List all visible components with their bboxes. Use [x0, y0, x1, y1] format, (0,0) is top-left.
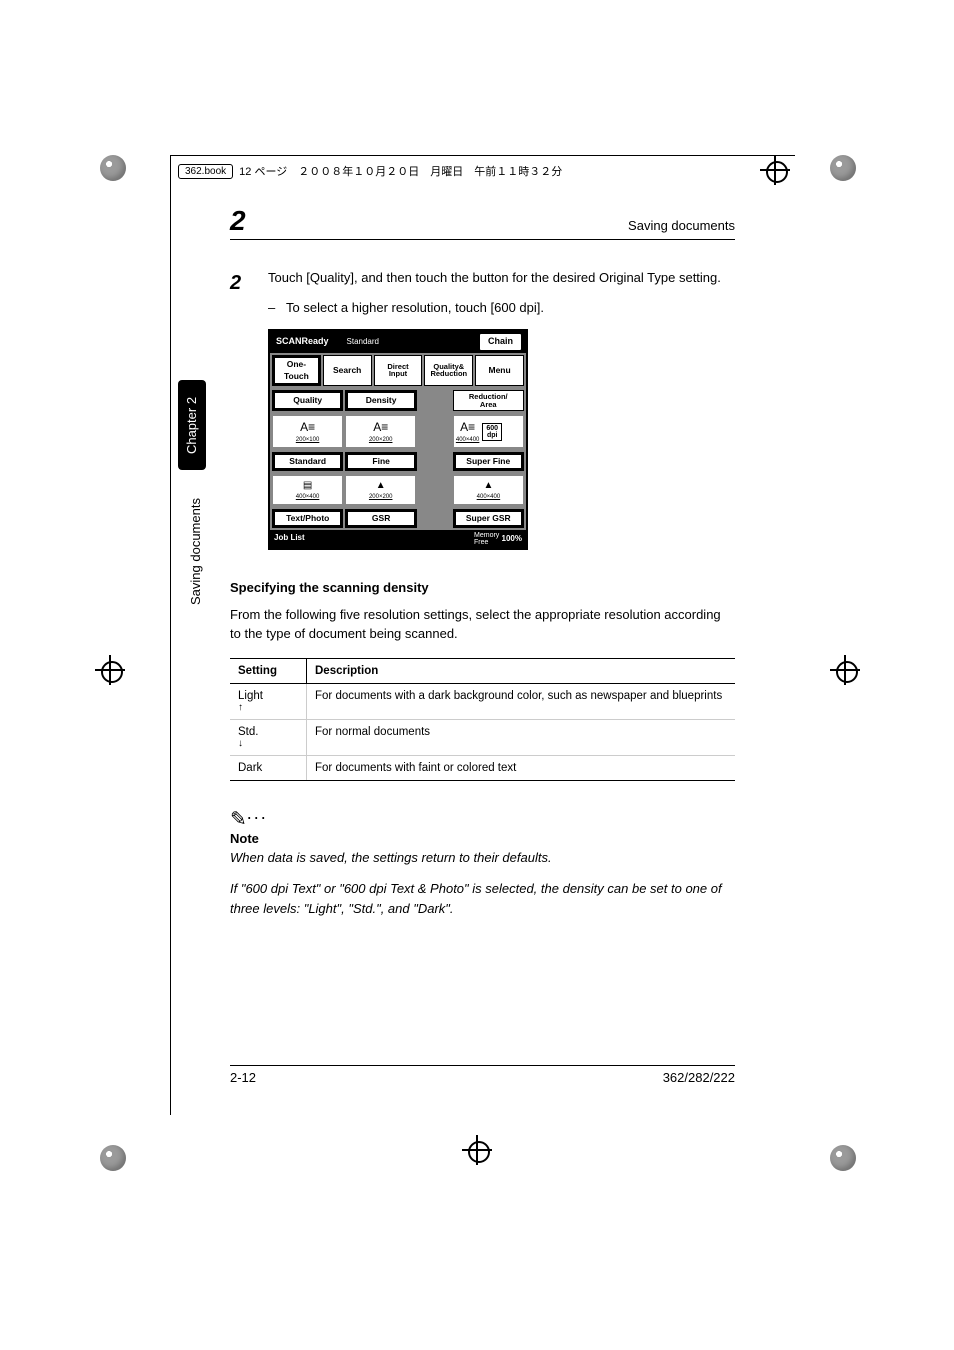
lcd-tab-onetouch[interactable]: One-Touch	[272, 355, 321, 387]
lcd-gsr-button[interactable]: GSR	[345, 509, 416, 528]
footer-left: 2-12	[230, 1070, 256, 1085]
lcd-tab-search[interactable]: Search	[323, 355, 372, 387]
settings-table: Setting Description Light For documents …	[230, 658, 735, 781]
section-para: From the following five resolution setti…	[230, 605, 735, 644]
lcd-600dpi-button[interactable]: 600 dpi	[482, 423, 502, 441]
step-2: 2 Touch [Quality], and then touch the bu…	[230, 268, 735, 550]
running-head: 2 Saving documents	[230, 205, 735, 240]
lcd-title: SCANReady	[276, 335, 329, 349]
reg-mark-left	[95, 655, 125, 685]
lcd-mem-value: 100%	[502, 534, 522, 543]
lcd-textphoto-icon[interactable]: ▤ 400×400	[272, 475, 343, 505]
lcd-joblist[interactable]: Job List	[274, 532, 305, 546]
step-number: 2	[230, 268, 250, 550]
lcd-supergsr-icon[interactable]: ▲ 400×400	[453, 475, 524, 505]
step-sub: To select a higher resolution, touch [60…	[268, 298, 735, 318]
reg-mark-bottom	[462, 1135, 492, 1165]
footer-right: 362/282/222	[663, 1070, 735, 1085]
cell-dark: Dark	[230, 755, 307, 780]
cell-light-desc: For documents with a dark background col…	[307, 683, 736, 719]
file-pill: 362.book	[178, 164, 233, 179]
corner-dot-tl	[100, 155, 126, 181]
lcd-superfine-button[interactable]: Super Fine	[453, 452, 524, 471]
lcd-fine-button[interactable]: Fine	[345, 452, 416, 471]
lcd-density-button[interactable]: Density	[345, 390, 416, 411]
step-text: Touch [Quality], and then touch the butt…	[268, 268, 735, 288]
print-header-text: 12 ページ ２００８年１０月２０日 月曜日 午前１１時３２分	[239, 163, 562, 179]
arrow-up-icon	[238, 702, 298, 713]
section-heading: Specifying the scanning density	[230, 580, 735, 595]
th-setting: Setting	[230, 658, 307, 683]
chapter-number: 2	[230, 205, 246, 237]
lcd-tab-quality[interactable]: Quality& Reduction	[424, 355, 473, 387]
lcd-res-200x200[interactable]: A≡ 200×200	[345, 415, 416, 448]
cell-light: Light	[238, 690, 263, 702]
note-title: Note	[230, 831, 735, 846]
table-row: Dark For documents with faint or colored…	[230, 755, 735, 780]
cell-dark-desc: For documents with faint or colored text	[307, 755, 736, 780]
side-label: Saving documents	[188, 498, 203, 605]
note-block: ✎... Note When data is saved, the settin…	[230, 803, 735, 919]
lcd-res-200x100[interactable]: A≡ 200×100	[272, 415, 343, 448]
arrow-down-icon	[238, 738, 298, 749]
lcd-textphoto-button[interactable]: Text/Photo	[272, 509, 343, 528]
side-tab-label: Chapter 2	[185, 396, 200, 453]
table-row: Std. For normal documents	[230, 719, 735, 755]
page-frame: 362.book 12 ページ ２００８年１０月２０日 月曜日 午前１１時３２分…	[170, 155, 795, 1115]
side-tab: Chapter 2	[178, 380, 206, 470]
corner-dot-tr	[830, 155, 856, 181]
note-body-2: If "600 dpi Text" or "600 dpi Text & Pho…	[230, 879, 735, 918]
table-row: Light For documents with a dark backgrou…	[230, 683, 735, 719]
pencil-icon: ✎	[230, 808, 247, 830]
lcd-tab-direct[interactable]: Direct Input	[374, 355, 423, 387]
lcd-chain-button[interactable]: Chain	[479, 333, 522, 351]
print-header: 362.book 12 ページ ２００８年１０月２０日 月曜日 午前１１時３２分	[178, 163, 795, 179]
cell-std: Std.	[238, 726, 258, 738]
lcd-subtitle: Standard	[347, 336, 379, 348]
lcd-panel: SCANReady Standard Chain One-Touch Searc…	[268, 329, 528, 550]
lcd-gsr-icon[interactable]: ▲ 200×200	[345, 475, 416, 505]
corner-dot-bl	[100, 1145, 126, 1171]
corner-dot-br	[830, 1145, 856, 1171]
lcd-tab-menu[interactable]: Menu	[475, 355, 524, 387]
note-body-1: When data is saved, the settings return …	[230, 848, 735, 868]
note-dots-icon: ...	[247, 803, 268, 823]
lcd-supergsr-button[interactable]: Super GSR	[453, 509, 524, 528]
cell-std-desc: For normal documents	[307, 719, 736, 755]
lcd-mem-label: Memory Free	[474, 532, 499, 546]
page-footer: 2-12 362/282/222	[230, 1065, 735, 1085]
running-title: Saving documents	[628, 218, 735, 233]
th-description: Description	[307, 658, 736, 683]
lcd-quality-button[interactable]: Quality	[272, 390, 343, 411]
reg-mark-right	[830, 655, 860, 685]
lcd-standard-button[interactable]: Standard	[272, 452, 343, 471]
lcd-res-400x400[interactable]: A≡ 400×400 600 dpi	[453, 415, 524, 448]
lcd-reduction-button[interactable]: Reduction/ Area	[453, 390, 524, 411]
